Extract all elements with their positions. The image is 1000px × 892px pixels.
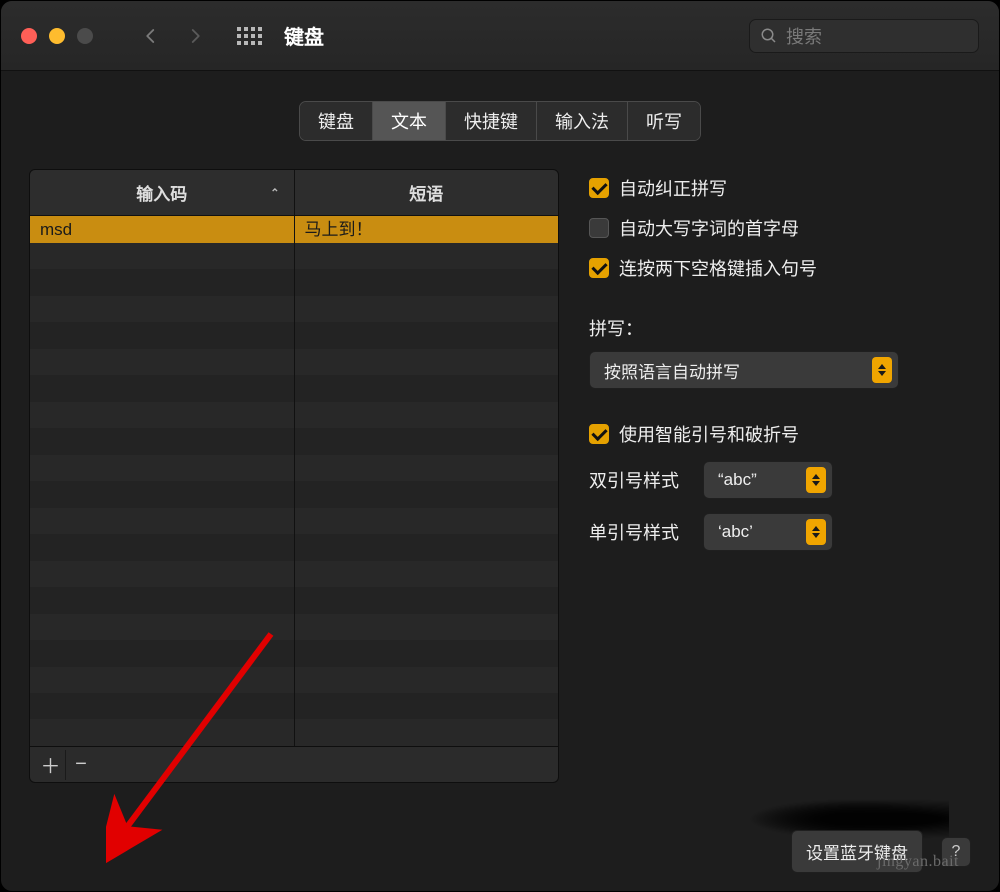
table-footer: ＋ − (29, 747, 559, 783)
cell-phrase: 马上到！ (294, 216, 559, 243)
table-row-empty[interactable] (30, 587, 558, 613)
add-replacement-button[interactable]: ＋ (36, 750, 66, 780)
content-area: 输入码 ⌃ 短语 msd马上到！ ＋ − (29, 169, 971, 783)
table-row-empty[interactable] (30, 428, 558, 454)
table-row-empty[interactable] (30, 375, 558, 401)
select-arrows-icon (806, 519, 826, 545)
preferences-window: 键盘 搜索 键盘文本快捷键输入法听写 输入码 ⌃ 短 (0, 0, 1000, 892)
table-row-empty[interactable] (30, 561, 558, 587)
single-quote-label: 单引号样式 (589, 519, 689, 545)
double-quote-label: 双引号样式 (589, 467, 689, 493)
double-quote-select[interactable]: “abc” (703, 461, 833, 499)
column-header-phrase[interactable]: 短语 (294, 170, 559, 215)
smart-quotes-checkbox[interactable]: 使用智能引号和破折号 (589, 421, 971, 447)
sort-caret-icon: ⌃ (270, 186, 279, 199)
minimize-window-button[interactable] (49, 28, 65, 44)
checkbox-icon (589, 178, 609, 198)
search-field[interactable]: 搜索 (749, 19, 979, 53)
double-space-period-checkbox[interactable]: 连按两下空格键插入句号 (589, 255, 971, 281)
tab-keyboard[interactable]: 键盘 (300, 102, 373, 140)
table-row[interactable]: msd马上到！ (30, 216, 558, 243)
table-row-empty[interactable] (30, 322, 558, 348)
titlebar: 键盘 搜索 (1, 1, 999, 71)
traffic-lights (21, 28, 93, 44)
tab-shortcuts[interactable]: 快捷键 (446, 102, 537, 140)
table-row-empty[interactable] (30, 402, 558, 428)
table-row-empty[interactable] (30, 534, 558, 560)
replacement-table: 输入码 ⌃ 短语 msd马上到！ (29, 169, 559, 747)
forward-button[interactable] (183, 24, 207, 48)
table-row-empty[interactable] (30, 269, 558, 295)
table-row-empty[interactable] (30, 667, 558, 693)
options-panel: 自动纠正拼写 自动大写字词的首字母 连按两下空格键插入句号 拼写： 按照语言自动… (589, 169, 971, 783)
single-quote-row: 单引号样式 ‘abc’ (589, 513, 971, 551)
show-all-icon[interactable] (237, 27, 262, 45)
table-row-empty[interactable] (30, 693, 558, 719)
checkbox-icon (589, 258, 609, 278)
window-title: 键盘 (284, 21, 324, 50)
table-row-empty[interactable] (30, 614, 558, 640)
select-arrows-icon (872, 357, 892, 383)
table-row-empty[interactable] (30, 719, 558, 745)
back-button[interactable] (139, 24, 163, 48)
text-replacement-panel: 输入码 ⌃ 短语 msd马上到！ ＋ − (29, 169, 559, 783)
table-row-empty[interactable] (30, 640, 558, 666)
zoom-window-button[interactable] (77, 28, 93, 44)
remove-replacement-button[interactable]: − (66, 750, 96, 780)
tab-dictation[interactable]: 听写 (628, 102, 700, 140)
auto-capitalize-checkbox[interactable]: 自动大写字词的首字母 (589, 215, 971, 241)
window-body: 键盘文本快捷键输入法听写 输入码 ⌃ 短语 msd马上到！ (1, 71, 999, 891)
checkbox-icon (589, 218, 609, 238)
tab-text[interactable]: 文本 (373, 102, 446, 140)
nav-buttons (139, 24, 207, 48)
table-body[interactable]: msd马上到！ (30, 216, 558, 746)
cell-code: msd (30, 216, 294, 243)
table-header: 输入码 ⌃ 短语 (30, 170, 558, 216)
select-arrows-icon (806, 467, 826, 493)
close-window-button[interactable] (21, 28, 37, 44)
tab-input[interactable]: 输入法 (537, 102, 628, 140)
table-row-empty[interactable] (30, 455, 558, 481)
double-quote-row: 双引号样式 “abc” (589, 461, 971, 499)
table-row-empty[interactable] (30, 349, 558, 375)
table-row-empty[interactable] (30, 481, 558, 507)
search-icon (760, 27, 778, 45)
spelling-label: 拼写： (589, 315, 971, 341)
table-row-empty[interactable] (30, 296, 558, 322)
search-placeholder: 搜索 (786, 23, 822, 49)
column-header-code[interactable]: 输入码 ⌃ (30, 170, 294, 215)
single-quote-select[interactable]: ‘abc’ (703, 513, 833, 551)
table-row-empty[interactable] (30, 508, 558, 534)
checkbox-icon (589, 424, 609, 444)
spelling-select[interactable]: 按照语言自动拼写 (589, 351, 899, 389)
auto-correct-checkbox[interactable]: 自动纠正拼写 (589, 175, 971, 201)
table-row-empty[interactable] (30, 243, 558, 269)
tab-bar: 键盘文本快捷键输入法听写 (29, 101, 971, 141)
watermark-text: jingyan.bait (877, 853, 959, 871)
